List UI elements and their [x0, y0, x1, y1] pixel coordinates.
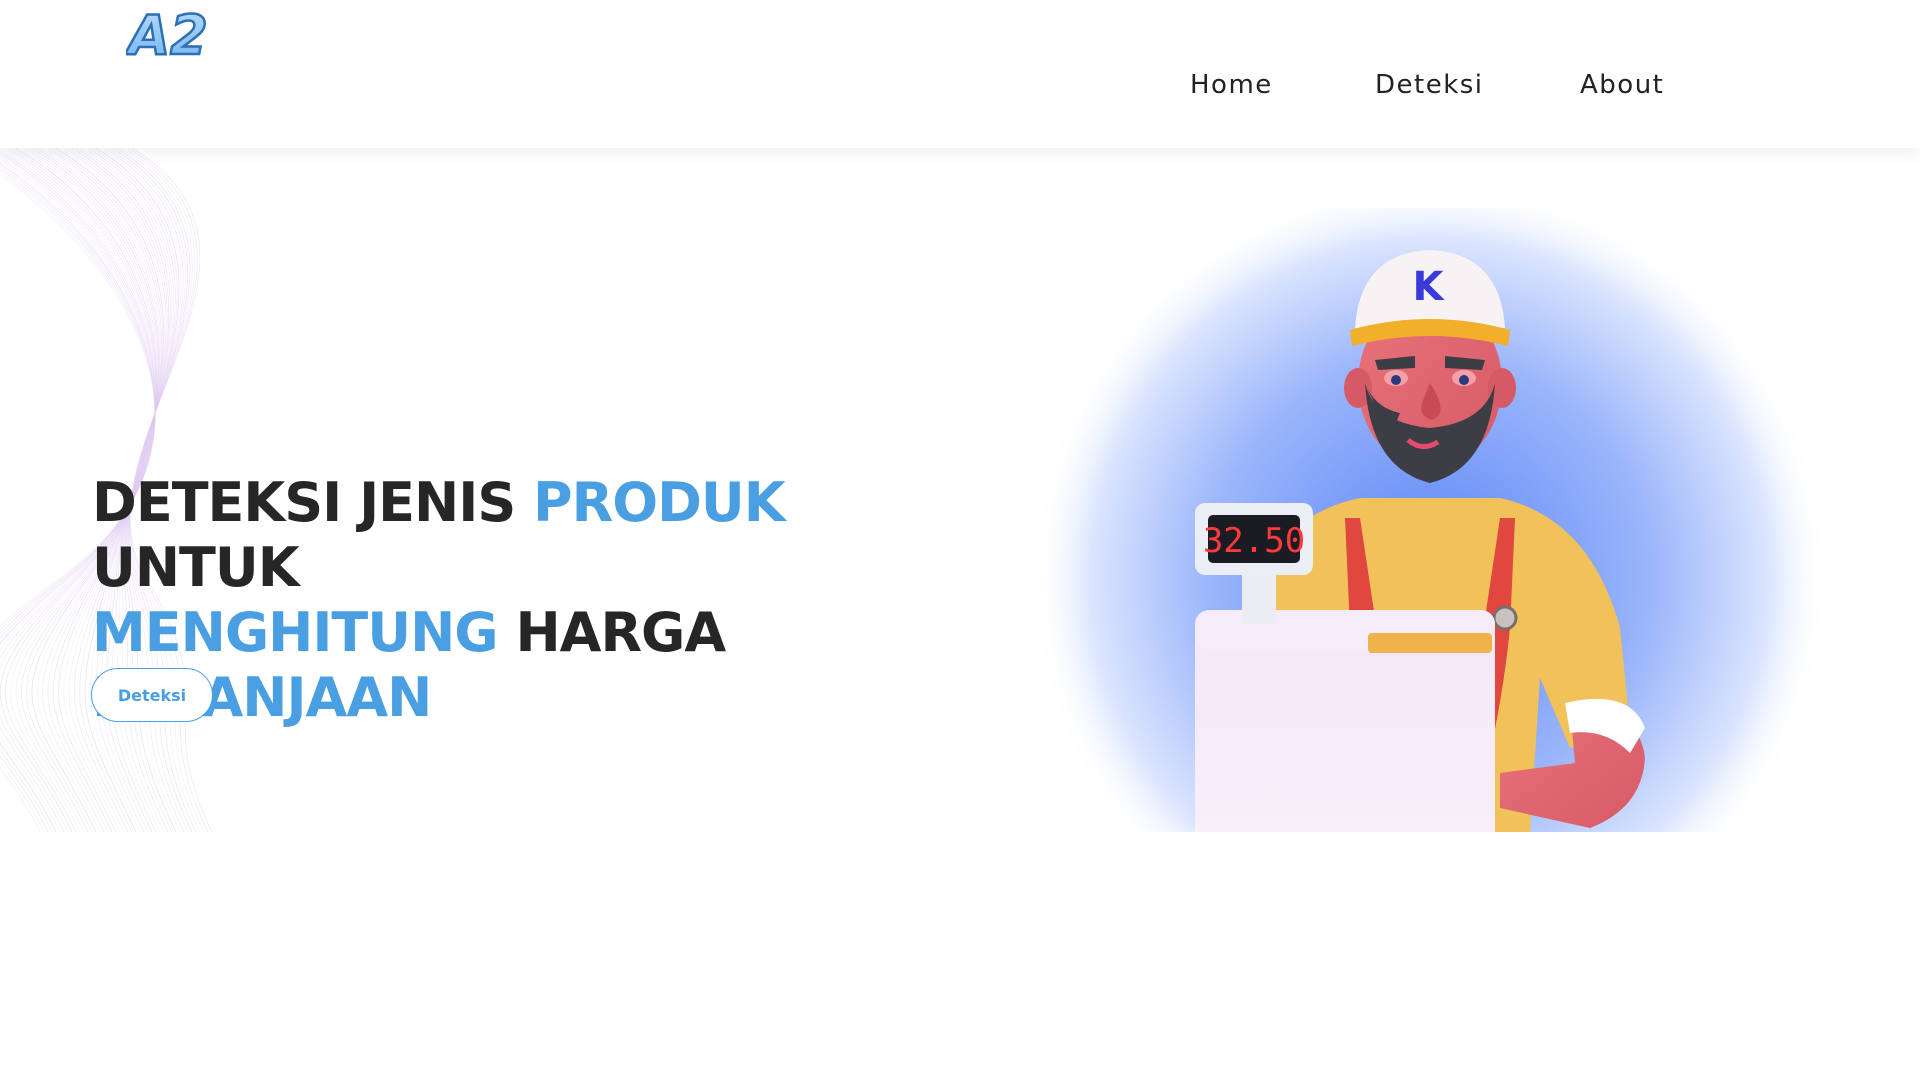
cashier-illustration: K 32.50 [1030, 208, 1830, 832]
site-header: A2 Home Deteksi About [0, 0, 1920, 148]
deteksi-button-label: Deteksi [117, 685, 187, 705]
nav-about[interactable]: About [1580, 70, 1664, 100]
nav-home[interactable]: Home [1190, 70, 1273, 100]
price-display-value: 32.50 [1203, 521, 1305, 561]
brand-logo[interactable]: A2 [126, 2, 210, 64]
hero-heading-word: HARGA [515, 601, 726, 665]
cap-logo-text: K [1413, 264, 1446, 310]
nav-deteksi[interactable]: Deteksi [1375, 70, 1484, 100]
hero-heading: DETEKSI JENIS PRODUK UNTUK MENGHITUNG HA… [92, 470, 992, 730]
hero-section: DETEKSI JENIS PRODUK UNTUK MENGHITUNG HA… [0, 148, 1920, 832]
hero-heading-word: DETEKSI JENIS [92, 471, 516, 535]
hero-heading-word: UNTUK [92, 536, 300, 600]
register-slot [1368, 633, 1492, 653]
hero-heading-highlight: PRODUK [533, 471, 786, 535]
deteksi-button[interactable]: Deteksi [91, 668, 213, 722]
brand-logo-text: A2 [126, 4, 208, 64]
apron-button [1492, 605, 1518, 631]
hero-heading-highlight: MENGHITUNG [92, 601, 499, 665]
